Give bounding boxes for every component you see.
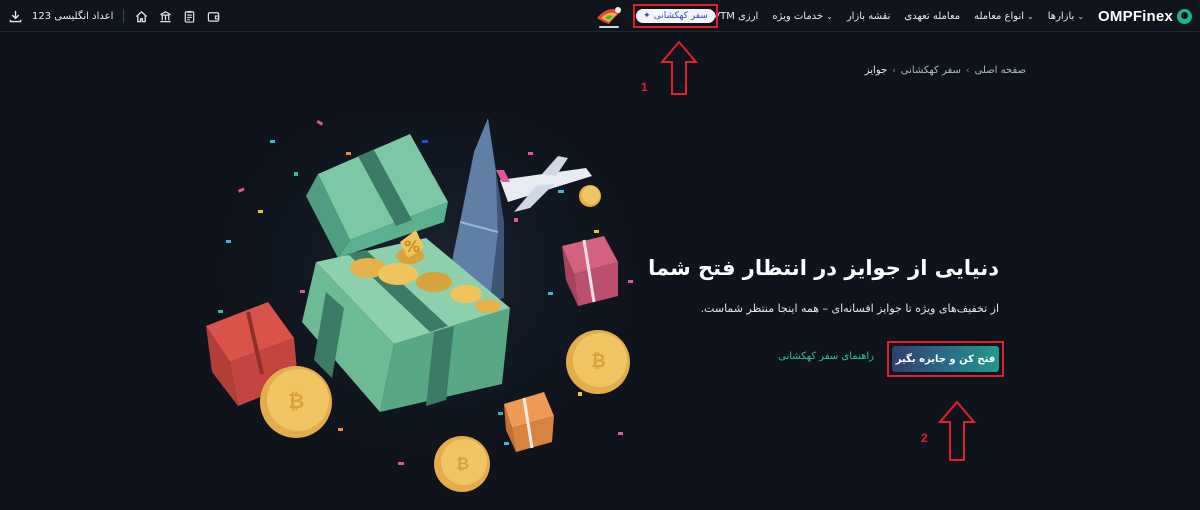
breadcrumb-current: جوایز xyxy=(864,65,888,76)
orders-icon[interactable] xyxy=(182,9,196,23)
home-icon[interactable] xyxy=(134,9,148,23)
svg-text:₿: ₿ xyxy=(591,351,606,372)
svg-text:%: % xyxy=(404,237,420,256)
annotation-box-2: فتح کن و جایزه بگیر xyxy=(887,341,1004,377)
bitcoin-coin-icon xyxy=(579,185,601,207)
svg-text:₿: ₿ xyxy=(288,389,304,413)
divider xyxy=(123,9,125,23)
nav-special-services[interactable]: خدمات ویژه ⌄ xyxy=(772,11,833,22)
conquer-and-win-button[interactable]: فتح کن و جایزه بگیر xyxy=(892,346,999,372)
annotation-arrow-up-icon xyxy=(659,40,699,95)
sparkle-icon: ✦ xyxy=(643,11,651,21)
bank-icon[interactable] xyxy=(158,9,172,23)
galaxy-campaign-logo[interactable] xyxy=(591,2,627,32)
nav-margin-trade[interactable]: معامله تعهدی xyxy=(904,11,960,22)
chevron-down-icon: ⌄ xyxy=(826,11,833,21)
svg-text:₿: ₿ xyxy=(456,454,469,473)
bitcoin-coin-icon: ₿ xyxy=(434,436,490,492)
breadcrumb: صفحه اصلی ‹ سفر کهکشانی ‹ جوایز xyxy=(865,65,1026,76)
bitcoin-coin-icon: ₿ xyxy=(566,330,630,394)
nav-markets[interactable]: بازارها ⌄ xyxy=(1048,11,1084,22)
annotation-number-2: 2 xyxy=(921,431,928,445)
breadcrumb-parent[interactable]: سفر کهکشانی xyxy=(901,65,961,76)
nav-market-map[interactable]: نقشه بازار xyxy=(847,11,891,22)
utility-nav: اعداد انگلیسی 123 xyxy=(8,0,220,32)
main-nav: OMPFinex بازارها ⌄ انواع معامله ⌄ معامله… xyxy=(680,0,1192,32)
annotation-arrow-up-icon xyxy=(937,400,977,461)
nav-markets-label: بازارها xyxy=(1047,10,1075,22)
brand-logo-link[interactable]: OMPFinex xyxy=(1098,8,1192,25)
breadcrumb-separator-icon: ‹ xyxy=(965,65,970,76)
galaxy-journey-label: سفر کهکشانی xyxy=(653,11,708,21)
hero-title: دنیایی از جوایز در انتظار فتح شما xyxy=(648,256,999,280)
chevron-down-icon: ⌄ xyxy=(1077,11,1085,21)
nav-trade-types-label: انواع معامله xyxy=(974,10,1025,22)
chevron-down-icon: ⌄ xyxy=(1027,11,1034,21)
breadcrumb-home[interactable]: صفحه اصلی xyxy=(975,65,1026,76)
hero-subtitle: از تخفیف‌های ویژه تا جوایز افسانه‌ای – ه… xyxy=(700,302,999,315)
english-digits-toggle[interactable]: اعداد انگلیسی 123 xyxy=(32,11,113,22)
breadcrumb-separator-icon: ‹ xyxy=(892,65,896,76)
galaxy-journey-chip[interactable]: ✦ سفر کهکشانی xyxy=(636,9,715,23)
brand-name: OMPFinex xyxy=(1098,7,1173,25)
nav-market-map-label: نقشه بازار xyxy=(846,10,891,22)
nav-trade-types[interactable]: انواع معامله ⌄ xyxy=(974,11,1034,22)
nav-margin-trade-label: معامله تعهدی xyxy=(904,10,961,22)
annotation-box-1: ✦ سفر کهکشانی xyxy=(633,4,718,28)
download-icon[interactable] xyxy=(8,9,22,23)
nav-special-services-label: خدمات ویژه xyxy=(772,10,824,22)
brand-mark-icon xyxy=(1177,8,1192,24)
prize-box-illustration: % ₿ ₿ ₿ xyxy=(206,112,648,492)
galaxy-guide-link[interactable]: راهنمای سفر کهکشانی xyxy=(778,351,874,362)
bitcoin-coin-icon: ₿ xyxy=(260,366,332,438)
wallet-icon[interactable] xyxy=(206,9,220,23)
annotation-number-1: 1 xyxy=(641,80,648,94)
